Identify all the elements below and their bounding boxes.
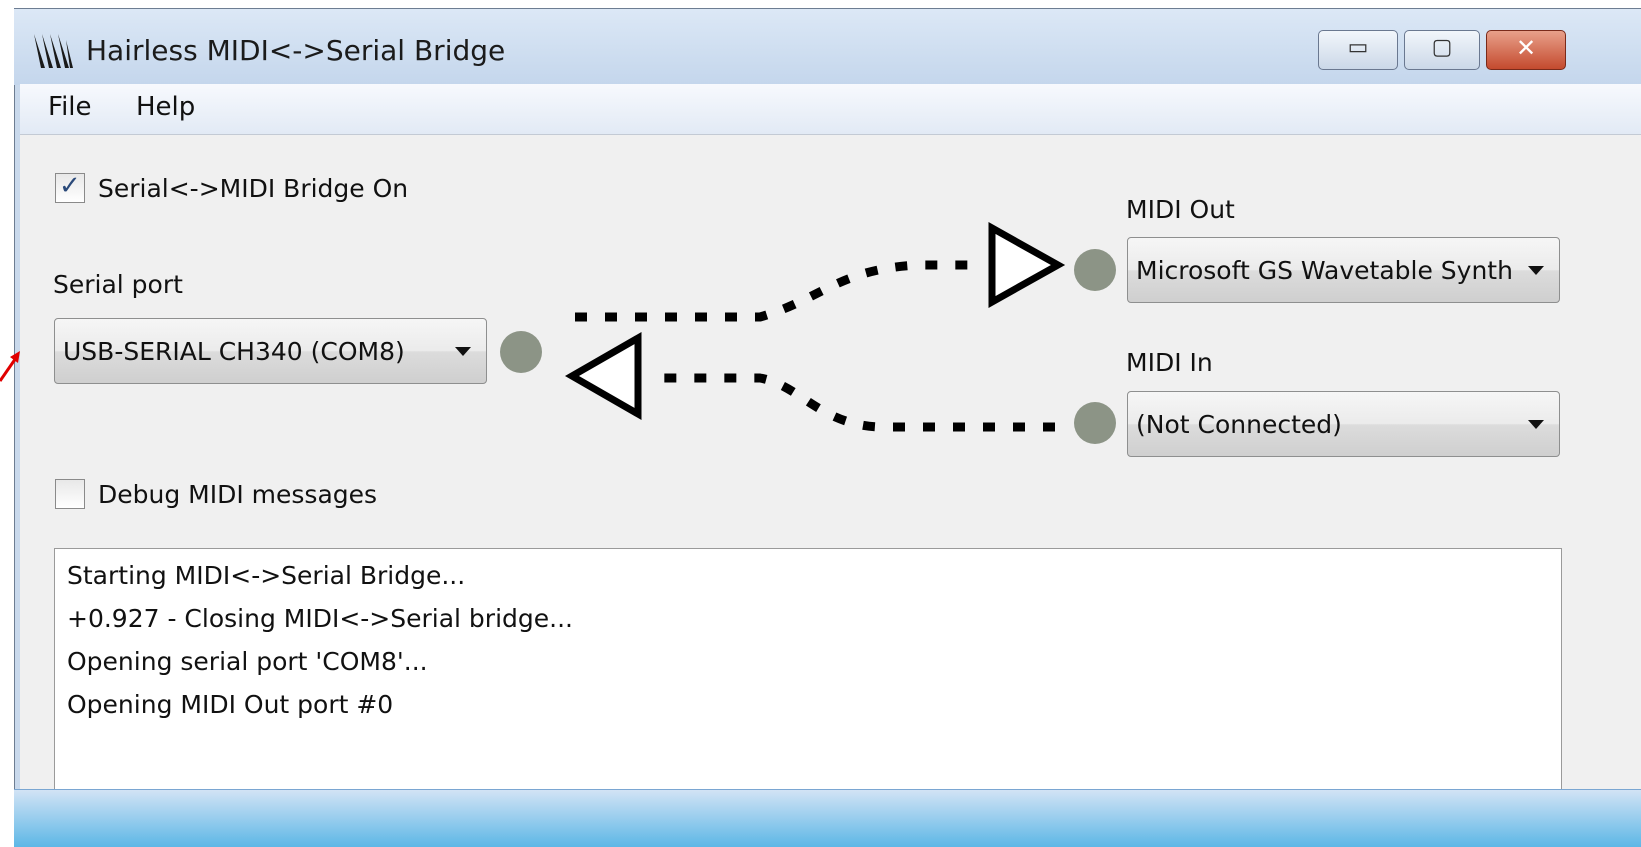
log-line: Starting MIDI<->Serial Bridge... (67, 561, 466, 590)
taskbar-edge (14, 789, 1641, 847)
log-line: +0.927 - Closing MIDI<->Serial bridge... (67, 604, 573, 633)
midi-out-arrow-icon (988, 222, 1066, 308)
debug-log[interactable]: Starting MIDI<->Serial Bridge... +0.927 … (54, 548, 1562, 808)
serial-in-arrow-icon (564, 331, 642, 421)
debug-midi-label: Debug MIDI messages (98, 480, 378, 509)
serial-to-midi-out-line (575, 260, 975, 322)
midi-in-to-serial-line (655, 373, 1055, 432)
annotation-arrow-icon (0, 351, 20, 382)
debug-midi-checkbox[interactable] (55, 479, 85, 509)
log-line: Opening MIDI Out port #0 (67, 690, 394, 719)
log-line: Opening serial port 'COM8'... (67, 647, 428, 676)
